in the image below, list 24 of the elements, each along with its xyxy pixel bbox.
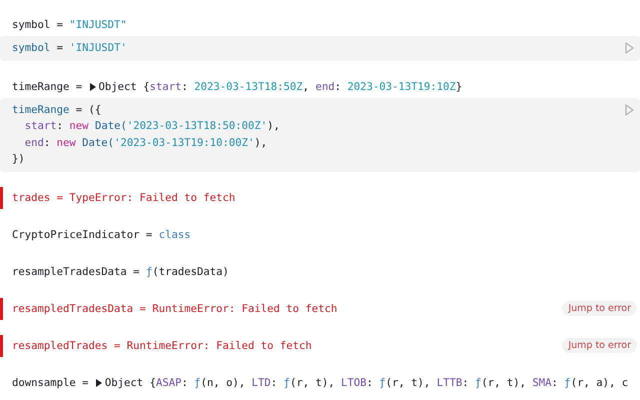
caret-right-icon[interactable] bbox=[88, 82, 96, 90]
cell-output: CryptoPriceIndicator = class bbox=[12, 228, 191, 242]
cell-output: downsample = bbox=[12, 376, 90, 390]
error-message: trades = TypeError: Failed to fetch bbox=[12, 190, 236, 206]
caret-right-icon[interactable] bbox=[94, 378, 102, 386]
error-marker bbox=[0, 298, 3, 320]
code-line: timeRange = ({ bbox=[12, 104, 102, 116]
error-marker bbox=[0, 334, 3, 356]
cell-output: Object {start: 2023-03-13T18:50Z, end: 2023-03-13T19:10Z} bbox=[98, 80, 462, 94]
code-line: symbol = 'INJUSDT' bbox=[12, 42, 127, 54]
cell-output: timeRange = bbox=[12, 80, 84, 94]
code-line: }) bbox=[12, 153, 25, 165]
code-line: end: new Date('2023-03-13T19:10:00Z'), bbox=[24, 136, 268, 148]
jump-to-error-button[interactable]: Jump to error bbox=[562, 300, 637, 316]
code-line: start: new Date('2023-03-13T18:50:00Z'), bbox=[24, 120, 280, 132]
error-marker bbox=[0, 186, 3, 208]
cell-output: Object {ASAP: ƒ(n, o), LTD: ƒ(r, t), LTOB: ƒ(r, t), LTTB: ƒ(r, t), SMA: ƒ(r, a), c bbox=[104, 376, 628, 390]
code-block[interactable]: timeRange = ({ start: new Date('2023-03-13T18:50:00Z'), end: new Date('2023-03-13T19:10:00Z'), }) bbox=[0, 98, 640, 172]
error-message: resampledTradesData = RuntimeError: Failed to fetch bbox=[12, 302, 338, 316]
jump-to-error-button[interactable]: Jump to error bbox=[562, 338, 637, 352]
cell-output: symbol = "INJUSDT" bbox=[12, 18, 127, 33]
cell-output: resampleTradesData = ƒ(tradesData) bbox=[12, 264, 229, 280]
code-block[interactable]: symbol = 'INJUSDT' bbox=[0, 36, 640, 60]
error-message: resampledTrades = RuntimeError: Failed to fetch bbox=[12, 338, 312, 354]
